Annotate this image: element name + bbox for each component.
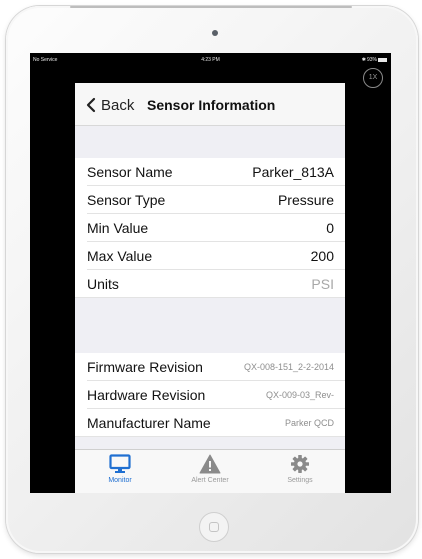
row-label: Firmware Revision [87, 359, 203, 375]
warning-icon [199, 454, 221, 474]
status-bar: No Service 4:23 PM ✱ 93% [30, 53, 391, 67]
table-row: Sensor Name Parker_813A [75, 158, 345, 186]
table-row: Max Value 200 [75, 242, 345, 270]
back-button[interactable]: Back [83, 95, 134, 115]
battery-fill [379, 59, 386, 61]
front-camera [212, 30, 218, 36]
row-label: Hardware Revision [87, 387, 206, 403]
tab-bar: Monitor Alert Center Settings [75, 449, 345, 493]
row-value: QX-008-151_2-2-2014 [243, 362, 334, 372]
row-label: Units [87, 276, 119, 292]
battery-indicator: ✱ 93% [362, 57, 387, 63]
back-label: Back [101, 96, 135, 114]
tab-alert-center[interactable]: Alert Center [165, 454, 255, 492]
row-value: 0 [326, 220, 334, 236]
zoom-button[interactable]: 1X [363, 68, 383, 88]
device-top-edge [70, 6, 352, 8]
home-button-icon [209, 522, 219, 532]
row-value: PSI [311, 276, 334, 292]
status-clock: 4:23 PM [201, 57, 220, 63]
monitor-icon [109, 454, 131, 473]
battery-icon [378, 58, 387, 62]
row-value: QX-009-03_Rev- [265, 390, 334, 400]
row-label: Max Value [87, 248, 153, 264]
gear-icon [291, 455, 309, 473]
tab-label: Monitor [108, 477, 132, 484]
row-label: Sensor Name [87, 164, 173, 180]
row-value: Pressure [277, 192, 334, 208]
table-row: Hardware Revision QX-009-03_Rev- [75, 381, 345, 409]
home-button[interactable] [199, 512, 229, 542]
app-window: Back Sensor Information Sensor Name Park… [75, 83, 345, 493]
table-row: Sensor Type Pressure [75, 186, 345, 214]
bluetooth-icon: ✱ [361, 57, 366, 63]
table-row: Min Value 0 [75, 214, 345, 242]
row-label: Manufacturer Name [87, 415, 211, 431]
row-value: 200 [310, 248, 334, 264]
row-value: Parker_813A [252, 164, 334, 180]
row-label: Min Value [87, 220, 149, 236]
battery-percent: 93% [366, 57, 377, 63]
navigation-bar: Back Sensor Information [75, 83, 345, 126]
device-details-section: Firmware Revision QX-008-151_2-2-2014 Ha… [75, 353, 345, 437]
page-title: Sensor Information [147, 97, 276, 113]
table-row: Firmware Revision QX-008-151_2-2-2014 [75, 353, 345, 381]
table-row: Manufacturer Name Parker QCD [75, 409, 345, 437]
screen: No Service 4:23 PM ✱ 93% 1X Back Sensor … [30, 53, 391, 493]
tab-settings[interactable]: Settings [255, 454, 345, 492]
table-row: Units PSI [75, 270, 345, 298]
row-value: Parker QCD [284, 418, 334, 428]
row-label: Sensor Type [87, 192, 166, 208]
sensor-details-section: Sensor Name Parker_813A Sensor Type Pres… [75, 158, 345, 298]
tab-monitor[interactable]: Monitor [75, 454, 165, 492]
tab-label: Settings [287, 477, 313, 484]
tab-label: Alert Center [191, 477, 229, 484]
chevron-left-icon [86, 97, 96, 113]
